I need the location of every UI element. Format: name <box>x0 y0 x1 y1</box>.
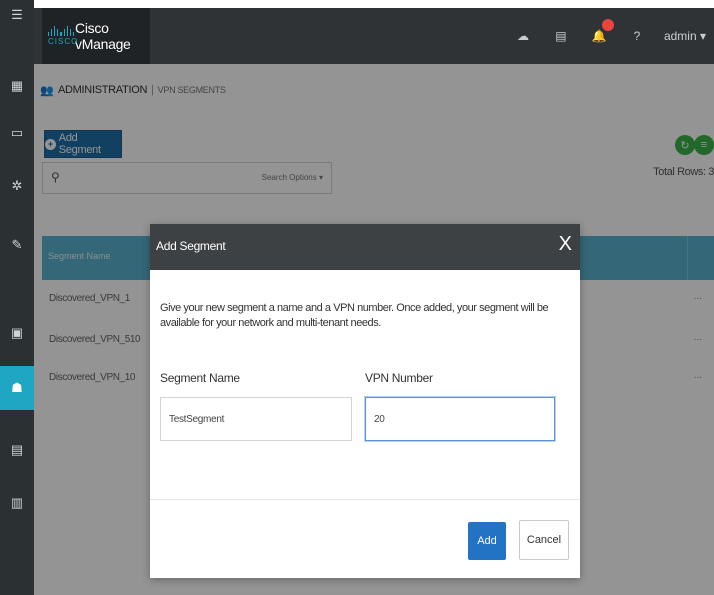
dialog-header: Add Segment X <box>150 224 580 270</box>
hamburger-menu-icon[interactable]: ☰ <box>0 2 34 28</box>
vanalytics-icon[interactable]: ▤ <box>0 437 34 463</box>
vpn-number-input[interactable]: 20 <box>365 397 555 441</box>
app-window: ☰ ▦ ▭ ✲ ✎ ▣ ☗ ▤ ▥ CISCO Cisco vManage ☁ … <box>0 0 714 595</box>
help-icon[interactable]: ? <box>626 25 648 47</box>
alarms-bell-icon[interactable]: 🔔 <box>588 19 614 47</box>
close-icon[interactable]: X <box>559 233 572 255</box>
top-bar-actions: ☁ ▤ 🔔 ? admin ▾ <box>512 8 714 64</box>
dialog-divider <box>150 499 580 500</box>
reports-icon[interactable]: ▥ <box>0 490 34 516</box>
monitor-icon[interactable]: ▭ <box>0 120 34 146</box>
segment-name-input[interactable]: TestSegment <box>160 397 352 441</box>
cancel-button[interactable]: Cancel <box>519 520 569 560</box>
tools-icon[interactable]: ✎ <box>0 232 34 258</box>
maintenance-icon[interactable]: ▣ <box>0 320 34 346</box>
user-menu[interactable]: admin ▾ <box>664 29 706 43</box>
dashboard-icon[interactable]: ▦ <box>0 73 34 99</box>
configuration-icon[interactable]: ✲ <box>0 173 34 199</box>
top-header-bar: CISCO Cisco vManage ☁ ▤ 🔔 ? admin ▾ <box>34 8 714 64</box>
vpn-number-label: VPN Number <box>365 371 433 385</box>
dialog-description: Give your new segment a name and a VPN n… <box>160 302 549 329</box>
segment-name-label: Segment Name <box>160 371 240 385</box>
add-button[interactable]: Add <box>468 522 506 560</box>
tasks-icon[interactable]: ▤ <box>550 25 572 47</box>
alarm-badge <box>601 19 614 31</box>
cisco-logo-icon: CISCO <box>48 26 77 46</box>
left-nav-rail: ☰ ▦ ▭ ✲ ✎ ▣ ☗ ▤ ▥ <box>0 0 34 595</box>
dialog-title: Add Segment <box>156 239 226 253</box>
cloud-icon[interactable]: ☁ <box>512 25 534 47</box>
add-segment-dialog: Add Segment X Give your new segment a na… <box>150 224 580 578</box>
administration-icon[interactable]: ☗ <box>0 366 34 410</box>
app-title: Cisco vManage <box>75 20 131 52</box>
brand-block[interactable]: CISCO Cisco vManage <box>42 8 150 64</box>
